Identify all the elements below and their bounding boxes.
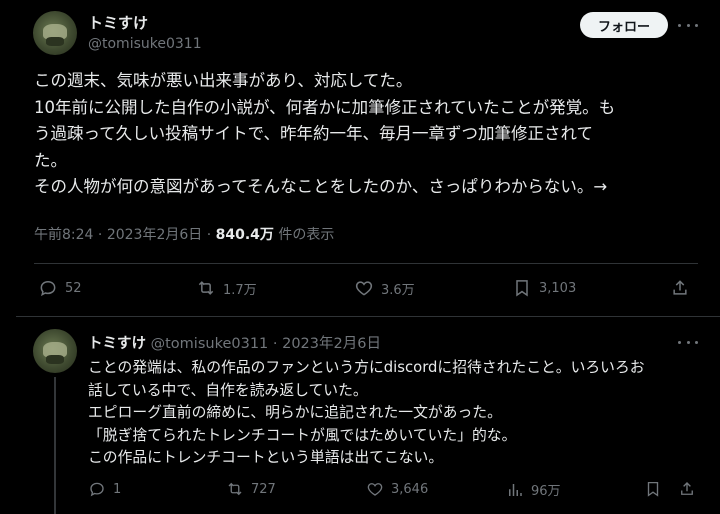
views-button[interactable]: 96万 — [506, 480, 561, 499]
follow-button[interactable]: フォロー — [580, 12, 668, 38]
view-count: 96万 — [531, 484, 561, 499]
user-handle[interactable]: @tomisuke0311 — [151, 336, 269, 352]
avatar[interactable] — [33, 329, 77, 373]
repost-button[interactable]: 1.7万 — [196, 278, 257, 298]
tweet-text-line: 「脱ぎ捨てられたトレンチコートが風ではためいていた」的な。 — [88, 426, 517, 444]
heart-icon — [355, 281, 373, 296]
like-button[interactable]: 3.6万 — [354, 278, 415, 298]
reply-button[interactable]: 1 — [88, 480, 121, 498]
heart-icon — [367, 483, 383, 496]
like-button[interactable]: 3,646 — [366, 480, 428, 498]
tweet-time[interactable]: 午前8:24 — [34, 227, 93, 243]
share-icon — [681, 482, 693, 495]
more-icon[interactable] — [678, 17, 698, 33]
share-button[interactable] — [670, 278, 697, 298]
bookmark-icon — [647, 481, 659, 497]
reply-icon — [90, 482, 104, 497]
share-icon — [673, 280, 687, 295]
bookmark-button[interactable] — [644, 480, 669, 498]
like-count: 3.6万 — [381, 282, 415, 298]
reply-icon — [40, 280, 56, 297]
reply-button[interactable]: 52 — [38, 278, 82, 298]
repost-count: 1.7万 — [223, 282, 257, 298]
repost-icon — [198, 281, 214, 295]
divider — [34, 263, 698, 264]
tweet-text-line: この週末、気味が悪い出来事があり、対応してた。 — [34, 71, 413, 90]
tweet-text-line: た。 — [34, 150, 67, 170]
thread-line — [54, 377, 56, 514]
repost-button[interactable]: 727 — [226, 480, 276, 498]
tweet-date[interactable]: 2023年2月6日 — [282, 336, 381, 352]
view-suffix: 件の表示 — [278, 227, 335, 243]
tweet-text-line: その人物が何の意図があってそんなことをしたのか、さっぱりわからない。→ — [34, 177, 608, 196]
share-button[interactable] — [678, 480, 703, 498]
tweet-text-line: この作品にトレンチコートという単語は出てこない。 — [88, 449, 444, 467]
reply-count: 1 — [113, 481, 122, 497]
display-name[interactable]: トミすけ — [88, 336, 146, 352]
like-count: 3,646 — [391, 481, 429, 497]
display-name[interactable]: トミすけ — [88, 12, 148, 33]
tweet-text-line: 話している中で、自作を読み返していた。 — [88, 381, 368, 399]
reply-header: トミすけ @tomisuke0311 · 2023年2月6日 — [88, 336, 381, 352]
reply-count: 52 — [65, 280, 82, 296]
tweet-text: この週末、気味が悪い出来事があり、対応してた。 10年前に公開した自作の小説が、… — [34, 68, 694, 201]
bookmark-button[interactable]: 3,103 — [512, 278, 576, 298]
views-icon — [509, 483, 522, 496]
main-tweet: トミすけ @tomisuke0311 フォロー この週末、気味が悪い出来事があり… — [0, 0, 720, 316]
tweet-text-line: 10年前に公開した自作の小説が、何者かに加筆修正されていたことが発覚。も — [34, 97, 616, 117]
bookmark-count: 3,103 — [539, 280, 577, 296]
repost-count: 727 — [251, 481, 276, 497]
bookmark-icon — [516, 280, 528, 297]
view-count: 840.4万 — [215, 227, 274, 243]
repost-icon — [228, 482, 242, 496]
tweet-text-line: エピローグ直前の締めに、明らかに追記された一文があった。 — [88, 404, 502, 422]
tweet-text-line: う過疎って久しい投稿サイトで、昨年約一年、毎月一章ずつ加筆修正されて — [34, 124, 594, 143]
reply-tweet[interactable]: トミすけ @tomisuke0311 · 2023年2月6日 ことの発端は、私の… — [0, 317, 720, 514]
tweet-meta: 午前8:24 · 2023年2月6日 · 840.4万 件の表示 — [34, 227, 335, 243]
tweet-text: ことの発端は、私の作品のファンという方にdiscordに招待されたこと。いろいろ… — [88, 357, 708, 470]
more-icon[interactable] — [678, 334, 698, 350]
user-handle[interactable]: @tomisuke0311 — [88, 36, 202, 52]
tweet-date[interactable]: 2023年2月6日 — [107, 227, 202, 243]
avatar[interactable] — [33, 11, 77, 55]
tweet-text-line: ことの発端は、私の作品のファンという方にdiscordに招待されたこと。いろいろ… — [88, 359, 645, 376]
